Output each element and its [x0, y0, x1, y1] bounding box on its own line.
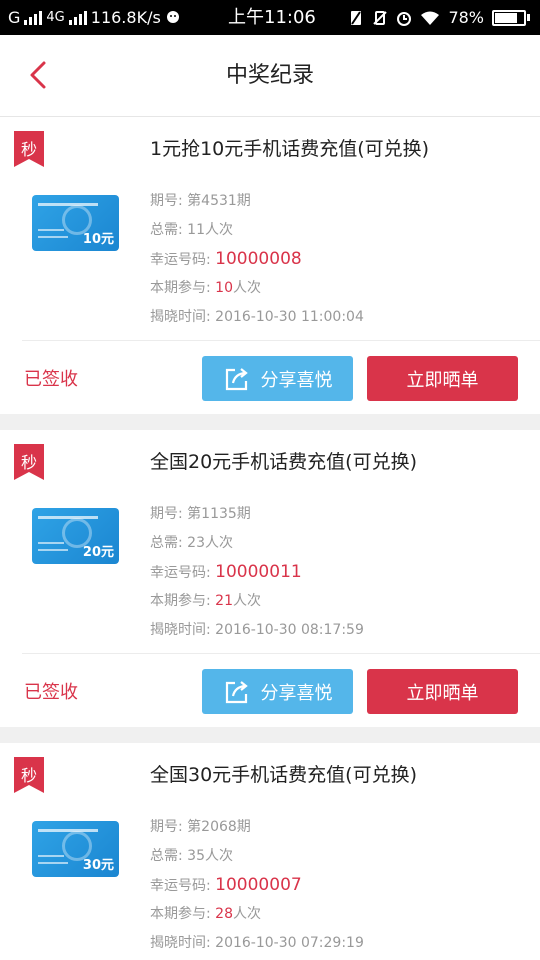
- product-image[interactable]: 30元: [32, 821, 119, 877]
- carrier-label: G: [8, 8, 21, 27]
- reveal-time-row: 揭晓时间: 2016-10-30 08:17:59: [150, 622, 364, 638]
- divider: [22, 340, 540, 341]
- status-badge: 已签收: [24, 682, 78, 703]
- net-speed: 116.8K/s: [90, 8, 161, 27]
- product-image[interactable]: 10元: [32, 195, 119, 251]
- app-header: 中奖纪录: [0, 35, 540, 117]
- record-info: 期号: 第2068期 总需: 35人次 幸运号码: 10000007 本期参与:…: [150, 813, 364, 958]
- need-row: 总需: 35人次: [150, 848, 233, 864]
- share-icon: [225, 680, 248, 703]
- need-row: 总需: 23人次: [150, 535, 233, 551]
- record-card: 秒 1元抢10元手机话费充值(可兑换) 10元 期号: 第4531期 总需: 1…: [0, 117, 540, 414]
- clock: 上午11:06: [228, 7, 316, 28]
- share-button[interactable]: 分享喜悦: [202, 356, 353, 401]
- network-label: 4G: [46, 10, 65, 25]
- card-amount: 10元: [82, 232, 114, 247]
- join-row: 本期参与: 28人次: [150, 906, 261, 922]
- badge-label: 秒: [20, 766, 37, 785]
- wifi-icon: [421, 11, 440, 25]
- product-title[interactable]: 1元抢10元手机话费充值(可兑换): [150, 134, 429, 161]
- no-sim-icon: [351, 10, 362, 25]
- join-row: 本期参与: 10人次: [150, 280, 261, 296]
- show-order-button[interactable]: 立即晒单: [367, 669, 518, 714]
- lucky-number: 10000008: [215, 249, 302, 269]
- lucky-number-row: 幸运号码: 10000007: [150, 875, 302, 895]
- reveal-time-row: 揭晓时间: 2016-10-30 11:00:04: [150, 309, 364, 325]
- status-badge: 已签收: [24, 369, 78, 390]
- record-card: 秒 全国30元手机话费充值(可兑换) 30元 期号: 第2068期 总需: 35…: [0, 743, 540, 960]
- share-icon: [225, 367, 248, 390]
- status-bar: G 4G 116.8K/s 上午11:06 78%: [0, 0, 540, 35]
- battery-icon: [492, 9, 530, 26]
- divider: [22, 653, 540, 654]
- product-image[interactable]: 20元: [32, 508, 119, 564]
- alarm-icon: [397, 11, 412, 26]
- record-info: 期号: 第1135期 总需: 23人次 幸运号码: 10000011 本期参与:…: [150, 500, 364, 645]
- record-info: 期号: 第4531期 总需: 11人次 幸运号码: 10000008 本期参与:…: [150, 187, 364, 332]
- badge-label: 秒: [20, 140, 37, 159]
- share-button[interactable]: 分享喜悦: [202, 669, 353, 714]
- record-list: 秒 1元抢10元手机话费充值(可兑换) 10元 期号: 第4531期 总需: 1…: [0, 117, 540, 960]
- lucky-number: 10000007: [215, 875, 302, 895]
- period-row: 期号: 第1135期: [150, 506, 251, 522]
- qq-icon: [166, 10, 179, 23]
- lucky-number: 10000011: [215, 562, 302, 582]
- signal-icon-2: [68, 10, 87, 25]
- vibrate-off-icon: [373, 10, 388, 25]
- join-row: 本期参与: 21人次: [150, 593, 261, 609]
- badge-label: 秒: [20, 453, 37, 472]
- battery-percent: 78%: [448, 8, 484, 27]
- product-title[interactable]: 全国30元手机话费充值(可兑换): [150, 760, 417, 787]
- product-title[interactable]: 全国20元手机话费充值(可兑换): [150, 447, 417, 474]
- show-order-button[interactable]: 立即晒单: [367, 356, 518, 401]
- signal-icon: [24, 10, 43, 25]
- record-card: 秒 全国20元手机话费充值(可兑换) 20元 期号: 第1135期 总需: 23…: [0, 430, 540, 727]
- need-row: 总需: 11人次: [150, 222, 233, 238]
- lucky-number-row: 幸运号码: 10000008: [150, 249, 302, 269]
- card-amount: 20元: [82, 545, 114, 560]
- card-amount: 30元: [82, 858, 114, 873]
- period-row: 期号: 第2068期: [150, 819, 251, 835]
- reveal-time-row: 揭晓时间: 2016-10-30 07:29:19: [150, 935, 364, 951]
- period-row: 期号: 第4531期: [150, 193, 251, 209]
- page-title: 中奖纪录: [225, 63, 314, 88]
- lucky-number-row: 幸运号码: 10000011: [150, 562, 302, 582]
